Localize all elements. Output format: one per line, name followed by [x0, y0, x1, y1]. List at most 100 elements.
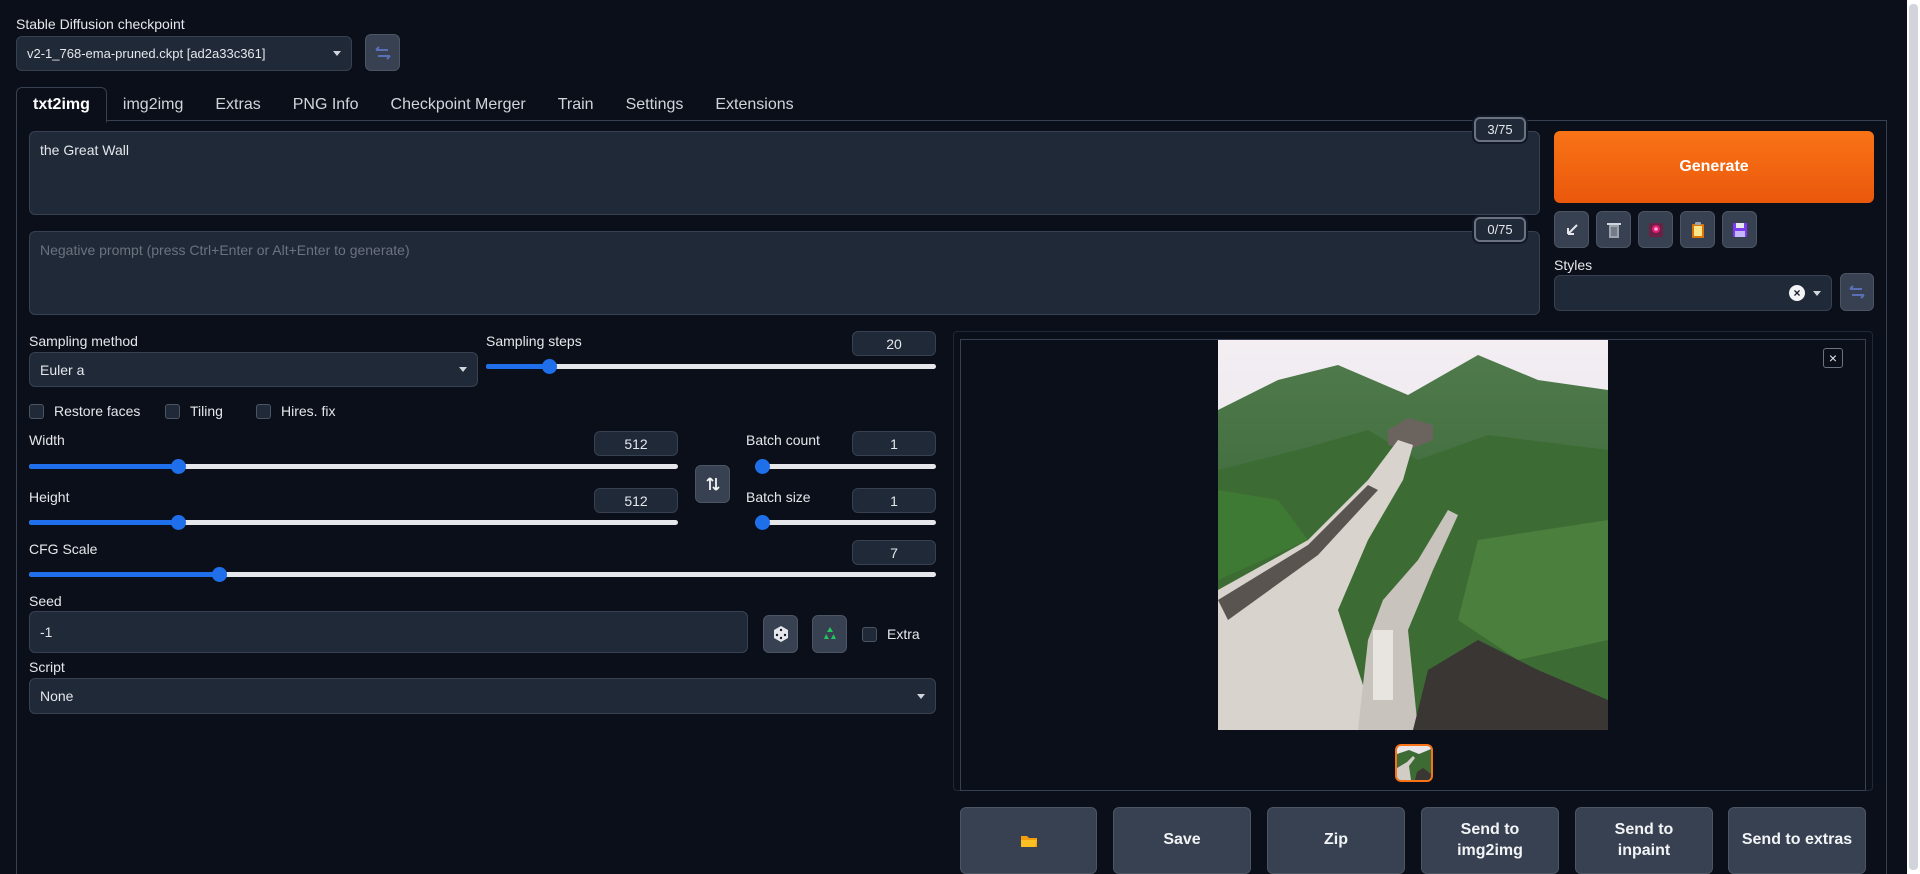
seed-value: -1 — [40, 624, 53, 640]
tiling-label: Tiling — [190, 403, 223, 419]
slider-fill — [29, 464, 179, 469]
batch-count-label: Batch count — [746, 432, 820, 448]
clear-icon[interactable]: × — [1789, 285, 1805, 301]
tab-extensions[interactable]: Extensions — [699, 87, 809, 123]
random-seed-button[interactable] — [763, 615, 798, 653]
prompt-textarea[interactable] — [29, 131, 1540, 215]
slider-thumb[interactable] — [755, 459, 770, 474]
refresh-styles-button[interactable] — [1840, 273, 1874, 311]
slider-thumb[interactable] — [542, 359, 557, 374]
slider-thumb[interactable] — [171, 459, 187, 474]
batch-size-slider[interactable] — [755, 513, 936, 533]
tab-extras[interactable]: Extras — [199, 87, 276, 123]
cfg-scale-label: CFG Scale — [29, 541, 98, 557]
generated-image[interactable] — [1218, 340, 1608, 730]
width-slider[interactable] — [29, 457, 678, 477]
chevron-down-icon — [917, 693, 925, 699]
slider-track — [29, 464, 678, 469]
tab-checkpoint-merger[interactable]: Checkpoint Merger — [375, 87, 542, 123]
reuse-seed-button[interactable] — [812, 615, 847, 653]
checkbox-box[interactable] — [29, 403, 44, 419]
seed-input[interactable]: -1 — [29, 611, 748, 653]
slider-track — [29, 520, 678, 525]
send-to-extras-button[interactable]: Send to extras — [1728, 807, 1866, 874]
sampling-steps-slider[interactable] — [486, 357, 936, 377]
send-to-inpaint-button[interactable]: Send to inpaint — [1575, 807, 1713, 874]
batch-count-slider[interactable] — [755, 457, 936, 477]
tab-bar: txt2img img2img Extras PNG Info Checkpoi… — [16, 87, 810, 123]
chevron-down-icon — [1813, 290, 1821, 296]
scrollbar-track[interactable] — [1907, 0, 1920, 874]
send-to-img2img-label-line1: Send to — [1460, 820, 1520, 838]
gallery-thumbnail[interactable] — [1395, 744, 1433, 782]
tab-train[interactable]: Train — [542, 87, 610, 123]
cfg-scale-slider[interactable] — [29, 565, 936, 585]
close-icon: × — [1828, 350, 1838, 366]
checkbox-box[interactable] — [165, 403, 180, 419]
negative-prompt-token-counter: 0/75 — [1474, 217, 1526, 242]
tab-txt2img[interactable]: txt2img — [16, 87, 107, 123]
sampling-method-label: Sampling method — [29, 333, 138, 349]
recycle-icon — [823, 627, 836, 639]
batch-size-input[interactable]: 1 — [852, 488, 936, 513]
floppy-disk-icon — [1732, 222, 1747, 237]
close-gallery-button[interactable]: × — [1823, 348, 1843, 368]
extra-seed-checkbox[interactable]: Extra — [862, 626, 920, 642]
width-label: Width — [29, 432, 65, 448]
clear-prompt-button[interactable] — [1596, 211, 1631, 248]
read-params-button[interactable] — [1554, 211, 1589, 248]
slider-fill — [486, 364, 549, 369]
tab-settings[interactable]: Settings — [610, 87, 700, 123]
folder-icon — [1020, 835, 1037, 847]
save-button[interactable]: Save — [1113, 807, 1251, 874]
sampling-method-dropdown[interactable]: Euler a — [29, 352, 478, 387]
slider-thumb[interactable] — [212, 567, 228, 582]
sampling-method-value: Euler a — [40, 361, 85, 378]
restore-faces-checkbox[interactable]: Restore faces — [29, 403, 140, 419]
tab-png-info[interactable]: PNG Info — [277, 87, 375, 123]
clipboard-icon — [1691, 221, 1704, 238]
hires-fix-checkbox[interactable]: Hires. fix — [256, 403, 335, 419]
sampling-steps-input[interactable]: 20 — [852, 331, 936, 356]
batch-count-input[interactable]: 1 — [852, 431, 936, 456]
cfg-scale-input[interactable]: 7 — [852, 540, 936, 565]
generate-button[interactable]: Generate — [1554, 131, 1874, 203]
show-extra-networks-button[interactable] — [1638, 211, 1673, 248]
send-to-inpaint-label-line1: Send to — [1614, 820, 1674, 838]
refresh-arrows-icon — [1849, 285, 1865, 299]
open-folder-button[interactable] — [960, 807, 1097, 874]
styles-dropdown[interactable]: × — [1554, 275, 1832, 311]
chevron-down-icon — [459, 367, 467, 372]
scrollbar-thumb[interactable] — [1909, 4, 1918, 870]
save-style-button[interactable] — [1722, 211, 1757, 248]
apply-style-button[interactable] — [1680, 211, 1715, 248]
script-dropdown[interactable]: None — [29, 678, 936, 714]
width-input[interactable]: 512 — [594, 431, 678, 456]
checkbox-box[interactable] — [256, 403, 271, 419]
refresh-checkpoint-button[interactable] — [365, 34, 400, 71]
hires-fix-label: Hires. fix — [281, 403, 336, 419]
send-to-img2img-button[interactable]: Send to img2img — [1421, 807, 1559, 874]
slider-fill — [29, 572, 220, 577]
slider-thumb[interactable] — [171, 515, 187, 530]
slider-track — [755, 520, 936, 525]
script-value: None — [40, 688, 74, 704]
height-input[interactable]: 512 — [594, 488, 678, 513]
tiling-checkbox[interactable]: Tiling — [165, 403, 223, 419]
script-label: Script — [29, 659, 65, 675]
checkbox-box[interactable] — [862, 626, 877, 642]
checkpoint-value: v2-1_768-ema-pruned.ckpt [ad2a33c361] — [27, 46, 266, 61]
checkpoint-dropdown[interactable]: v2-1_768-ema-pruned.ckpt [ad2a33c361] — [16, 36, 352, 71]
tab-img2img[interactable]: img2img — [107, 87, 199, 123]
slider-thumb[interactable] — [755, 515, 770, 530]
height-slider[interactable] — [29, 513, 678, 533]
refresh-arrows-icon — [374, 45, 391, 60]
slider-fill — [29, 520, 179, 525]
sampling-steps-label: Sampling steps — [486, 333, 582, 349]
seed-label: Seed — [29, 593, 62, 609]
negative-prompt-textarea[interactable] — [29, 231, 1540, 315]
checkpoint-label: Stable Diffusion checkpoint — [16, 16, 185, 32]
height-label: Height — [29, 489, 70, 505]
zip-button[interactable]: Zip — [1267, 807, 1405, 874]
swap-dimensions-button[interactable] — [695, 465, 730, 503]
